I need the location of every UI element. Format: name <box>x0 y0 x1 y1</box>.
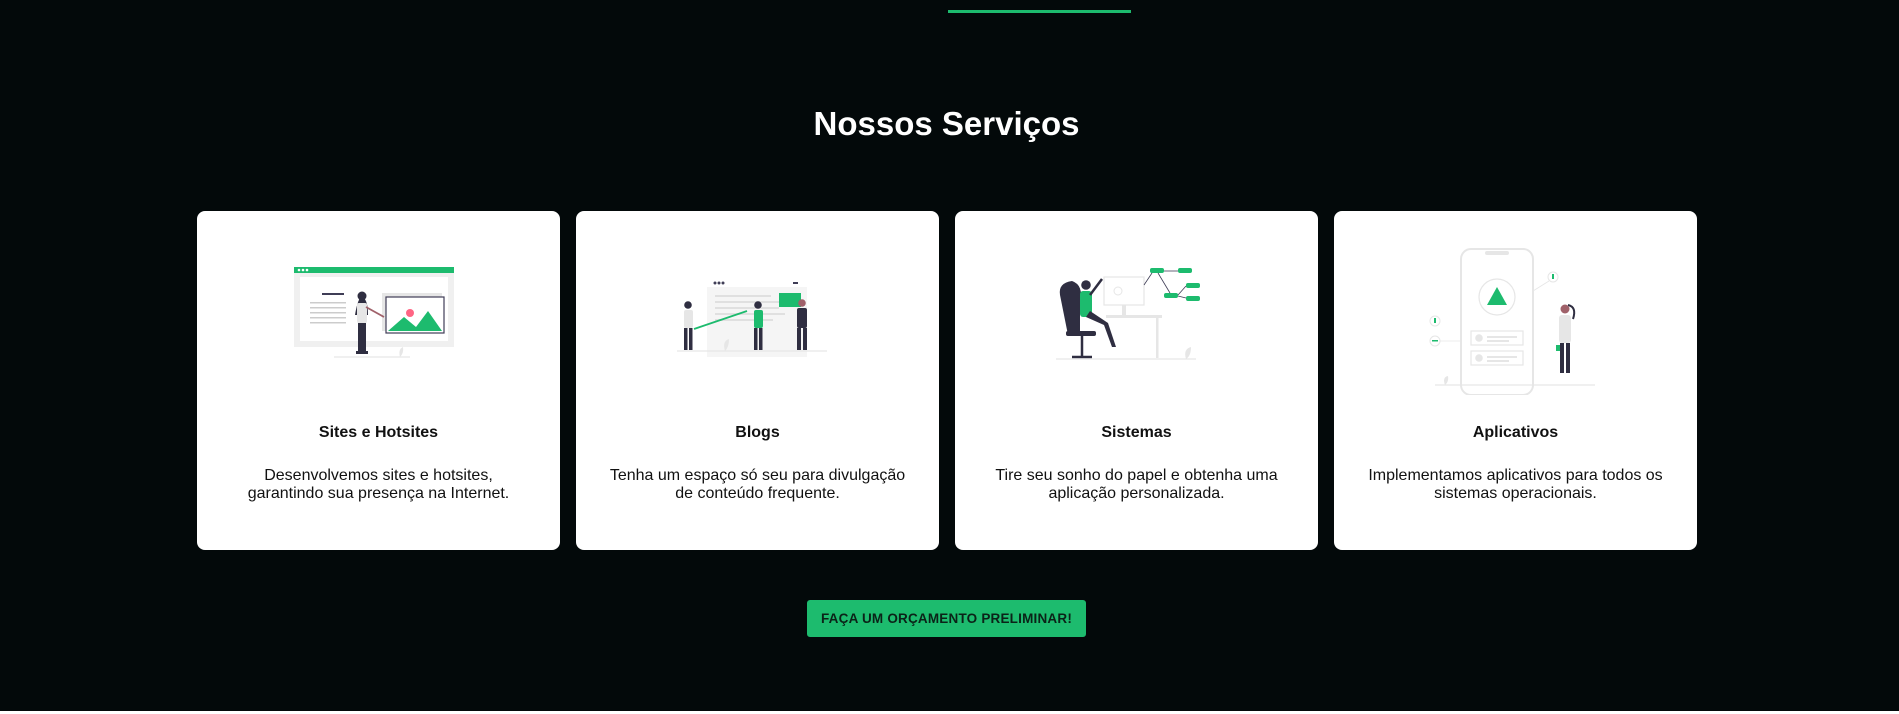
service-card-aplicativos: Aplicativos Implementamos aplicativos pa… <box>1334 211 1697 550</box>
section-title: Nossos Serviços <box>813 105 1080 142</box>
service-title: Sites e Hotsites <box>318 424 439 441</box>
service-title: Aplicativos <box>1472 424 1559 441</box>
service-description: Tenha um espaço só seu para divulgação d… <box>609 467 906 502</box>
service-card-blogs: Blogs Tenha um espaço só seu para divulg… <box>576 211 939 550</box>
blog-team-illustration <box>677 281 827 357</box>
service-card-sites: Sites e Hotsites Desenvolvemos sites e h… <box>197 211 560 550</box>
service-card-sistemas: Sistemas Tire seu sonho do papel e obten… <box>955 211 1318 550</box>
website-presentation-illustration <box>294 267 454 358</box>
system-developer-illustration <box>1056 268 1200 360</box>
service-description: Desenvolvemos sites e hotsites, garantin… <box>247 467 510 502</box>
services-section: Nossos Serviços Sites e Hotsites Desenvo… <box>0 0 1899 711</box>
service-title: Sistemas <box>1101 424 1172 441</box>
service-description: Implementamos aplicativos para todos os … <box>1368 467 1663 502</box>
mobile-app-illustration <box>1429 248 1595 395</box>
service-title: Blogs <box>735 424 780 441</box>
section-accent-bar <box>948 10 1131 13</box>
service-description: Tire seu sonho do papel e obtenha uma ap… <box>995 467 1278 502</box>
request-quote-button[interactable]: FAÇA UM ORÇAMENTO PRELIMINAR! <box>807 600 1086 637</box>
